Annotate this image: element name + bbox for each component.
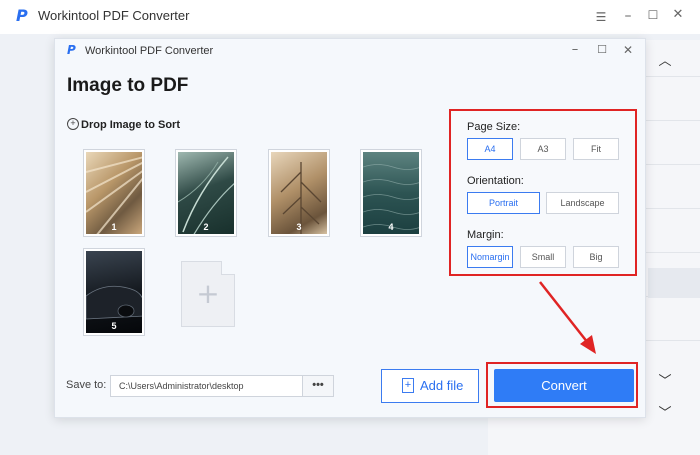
thumbnail-number: 5 [111,321,117,331]
plus-icon: + [196,277,220,310]
page-size-a3-button[interactable]: A3 [520,138,566,160]
save-to-label: Save to: [66,379,107,391]
add-file-label: Add file [420,378,464,393]
menu-icon[interactable]: ☰ [594,10,608,24]
browse-folder-button[interactable]: ••• [302,375,334,397]
image-thumbnail-5[interactable]: 5 [83,248,145,336]
app-title: Workintool PDF Converter [38,8,190,23]
chevron-down-icon[interactable]: ﹀ [650,370,680,389]
outer-titlebar: P Workintool PDF Converter ☰ – ☐ ✕ [0,0,700,34]
margin-nomargin-button[interactable]: Nomargin [467,246,513,268]
image-thumbnail-1[interactable]: 1 [83,149,145,237]
maximize-icon[interactable]: ☐ [646,8,660,22]
dialog-title: Workintool PDF Converter [85,45,214,57]
sort-label: Drop Image to Sort [81,119,181,131]
save-path-input[interactable]: C:\Users\Administrator\desktop [110,375,304,397]
image-thumbnail-4[interactable]: 4 [360,149,422,237]
chevron-down-icon[interactable]: ﹀ [650,402,680,421]
page-size-label: Page Size: [467,121,521,133]
image-thumbnail-2[interactable]: 2 [175,149,237,237]
image-thumbnail-3[interactable]: 3 [268,149,330,237]
options-panel: Page Size: A4 A3 Fit Orientation: Portra… [449,109,637,276]
margin-big-button[interactable]: Big [573,246,619,268]
thumbnail-number: 3 [296,222,302,232]
add-file-icon: + [402,378,414,393]
page-size-fit-button[interactable]: Fit [573,138,619,160]
close-icon[interactable]: ✕ [671,8,685,22]
chevron-up-icon[interactable]: ︿ [650,50,680,69]
convert-button[interactable]: Convert [494,369,634,402]
orientation-landscape-button[interactable]: Landscape [546,192,619,214]
margin-small-button[interactable]: Small [520,246,566,268]
margin-label: Margin: [467,229,504,241]
page-title: Image to PDF [67,75,189,96]
add-file-button[interactable]: + Add file [381,369,479,403]
drag-sort-icon: + [67,118,79,130]
orientation-portrait-button[interactable]: Portrait [467,192,540,214]
orientation-label: Orientation: [467,175,524,187]
app-logo-icon: P [16,6,28,25]
minimize-icon[interactable]: – [621,9,635,23]
page-size-a4-button[interactable]: A4 [467,138,513,160]
dialog-minimize-icon[interactable]: – [568,43,582,57]
dialog-logo-icon: P [67,43,76,57]
dialog-maximize-icon[interactable]: ☐ [595,43,609,57]
thumbnail-number: 1 [111,222,117,232]
thumbnail-number: 4 [388,222,394,232]
background-row-highlight [648,268,700,298]
add-image-placeholder[interactable]: + [181,261,235,327]
dialog-close-icon[interactable]: ✕ [621,43,635,57]
thumbnail-number: 2 [203,222,209,232]
